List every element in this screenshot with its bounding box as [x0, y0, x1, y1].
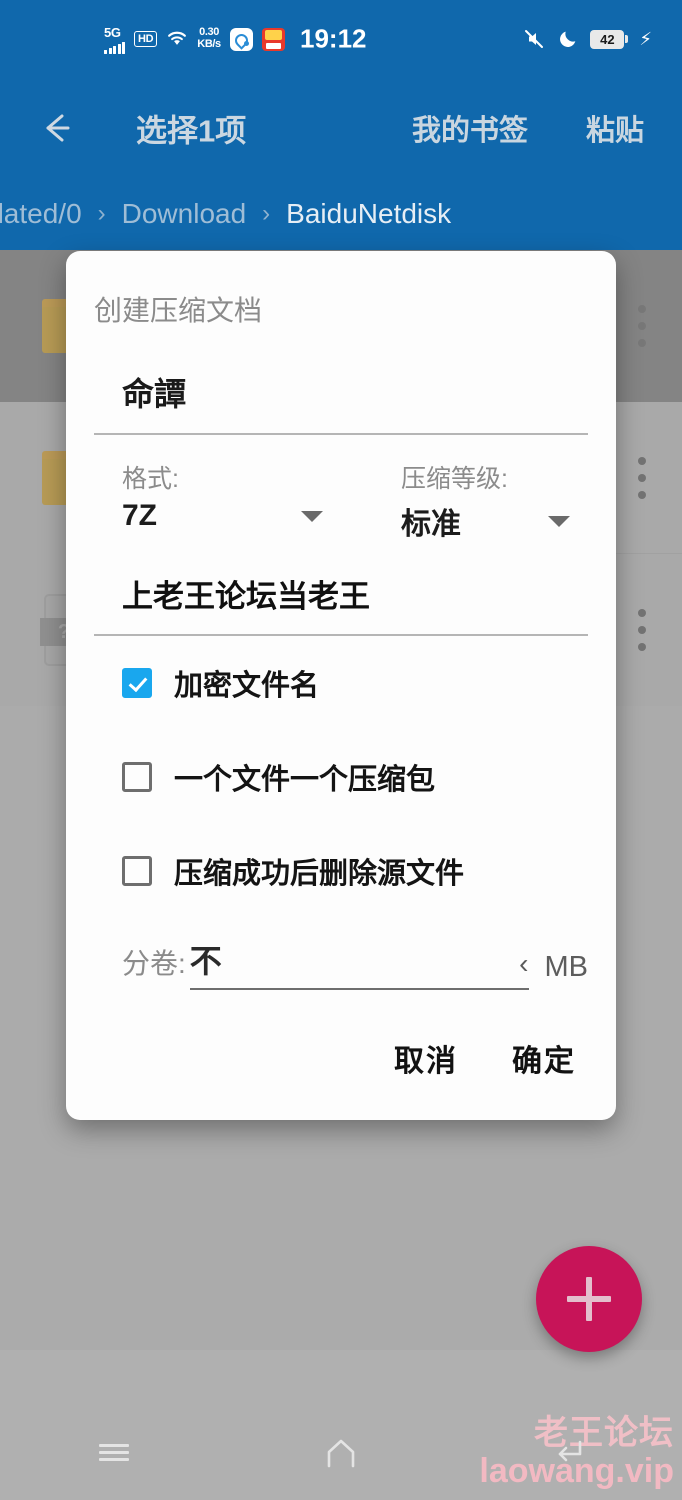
compression-level-label: 压缩等级: — [401, 465, 508, 493]
format-select[interactable]: 7Z — [94, 495, 341, 533]
paste-button[interactable]: 粘贴 — [586, 107, 644, 149]
add-fab-button[interactable] — [536, 1246, 642, 1352]
breadcrumb: ulated/0 › Download › BaiduNetdisk — [0, 178, 682, 250]
menu-icon[interactable] — [69, 1422, 159, 1482]
breadcrumb-separator: › — [97, 200, 106, 227]
compression-level-option: 压缩等级: 标准 — [341, 447, 588, 543]
breadcrumb-separator: › — [262, 200, 271, 227]
signal-bars — [104, 42, 125, 54]
checkbox-label: 加密文件名 — [174, 670, 320, 702]
net-speed-unit: KB/s — [197, 38, 221, 50]
battery-tip — [625, 35, 629, 43]
checkbox-label: 一个文件一个压缩包 — [174, 764, 436, 796]
checkbox-one-archive-per-file[interactable]: 一个文件一个压缩包 — [94, 730, 588, 824]
format-value: 7Z — [122, 499, 158, 532]
dialog-actions: 取消 确定 — [66, 990, 616, 1120]
charging-bolt-icon: ⚡ — [639, 29, 652, 49]
password-input[interactable]: 上老王论坛当老王 — [94, 571, 588, 636]
compression-level-value: 标准 — [401, 508, 461, 541]
dialog-title: 创建压缩文档 — [94, 295, 263, 326]
confirm-button[interactable]: 确定 — [512, 1036, 576, 1080]
app-icon-white — [229, 27, 253, 51]
checkbox-label: 压缩成功后删除源文件 — [174, 858, 465, 890]
mute-icon — [525, 30, 544, 48]
checkbox-delete-source-after[interactable]: 压缩成功后删除源文件 — [94, 824, 588, 918]
status-bar-left-icons: 5G HD 0.30 KB/s — [104, 0, 285, 78]
status-bar: 5G HD 0.30 KB/s 19:12 42 ⚡ — [0, 0, 682, 78]
split-volume-unit: MB — [544, 951, 589, 983]
checkbox-icon-unchecked[interactable] — [122, 762, 152, 792]
signal-5g-icon: 5G — [104, 24, 125, 54]
chevron-left-icon[interactable]: ‹ — [519, 950, 528, 982]
format-option: 格式: 7Z — [94, 447, 341, 543]
format-label: 格式: — [122, 465, 179, 493]
battery-level-label: 42 — [590, 29, 625, 49]
dnd-moon-icon — [560, 31, 576, 47]
app-icon-red — [261, 27, 285, 51]
phone-screen: 5G HD 0.30 KB/s 19:12 42 ⚡ 选择1项 我的书签 粘贴 … — [0, 0, 682, 1500]
checkbox-icon-unchecked[interactable] — [122, 856, 152, 886]
split-volume-row: 分卷: 不 ‹ MB — [94, 936, 588, 990]
checkbox-encrypt-filenames[interactable]: 加密文件名 — [94, 636, 588, 730]
breadcrumb-item-0[interactable]: ulated/0 — [0, 198, 82, 230]
signal-5g-label: 5G — [104, 25, 121, 40]
status-bar-clock: 19:12 — [300, 23, 367, 54]
status-bar-right-icons: 42 ⚡ — [522, 0, 652, 78]
plus-icon — [567, 1277, 611, 1321]
archive-options-row: 格式: 7Z 压缩等级: 标准 — [94, 447, 588, 543]
create-archive-dialog: 创建压缩文档 命譚 格式: 7Z 压缩等级: 标准 上老王论坛当老王 加密文件名… — [66, 251, 616, 1120]
app-toolbar: 选择1项 我的书签 粘贴 — [0, 78, 682, 178]
split-volume-input[interactable]: 不 ‹ — [189, 936, 529, 990]
chevron-down-icon — [548, 515, 570, 527]
chevron-down-icon — [301, 510, 323, 522]
hd-icon: HD — [134, 31, 158, 47]
cancel-button[interactable]: 取消 — [394, 1036, 458, 1080]
nav-back-icon[interactable] — [523, 1422, 613, 1482]
breadcrumb-item-2[interactable]: BaiduNetdisk — [286, 198, 451, 230]
compression-level-select[interactable]: 标准 — [373, 495, 588, 543]
home-icon[interactable] — [296, 1422, 386, 1482]
split-volume-value: 不 — [189, 943, 222, 979]
breadcrumb-item-1[interactable]: Download — [122, 198, 247, 230]
network-speed-icon: 0.30 KB/s — [197, 27, 221, 50]
back-arrow-icon[interactable] — [36, 108, 76, 148]
android-navigation-bar — [0, 1404, 682, 1500]
archive-name-input[interactable]: 命譚 — [94, 369, 588, 435]
my-bookmarks-button[interactable]: 我的书签 — [412, 107, 528, 149]
battery-icon: 42 — [590, 29, 629, 49]
split-volume-label: 分卷: — [122, 948, 186, 979]
checkbox-icon-checked[interactable] — [122, 668, 152, 698]
wifi-icon — [168, 31, 187, 45]
page-title: 选择1项 — [136, 113, 247, 149]
